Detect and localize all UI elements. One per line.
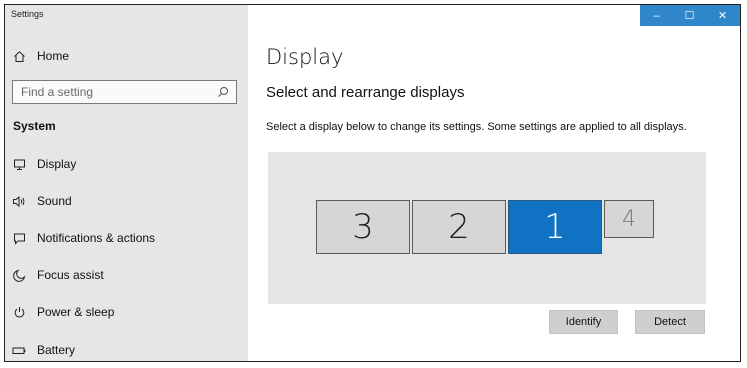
sidebar-item-label: Notifications & actions	[37, 231, 156, 245]
identify-button[interactable]: Identify	[549, 310, 618, 334]
display-2-monitor[interactable]: 2	[412, 200, 506, 254]
display-3-monitor[interactable]: 3	[316, 200, 410, 254]
sidebar-item-label: Focus assist	[37, 268, 104, 282]
app-title: Settings	[11, 9, 44, 19]
search-input[interactable]: Find a setting	[12, 80, 237, 104]
battery-icon	[11, 342, 27, 358]
power-icon	[11, 304, 27, 320]
section-title: System	[13, 119, 56, 133]
sidebar-item-label: Battery	[37, 343, 76, 357]
search-placeholder: Find a setting	[21, 85, 94, 99]
sidebar-item-label: Home	[37, 49, 70, 63]
speaker-icon	[11, 193, 27, 209]
sidebar-item-sound[interactable]: Sound	[11, 187, 241, 215]
sidebar-item-notifications[interactable]: Notifications & actions	[11, 224, 241, 252]
detect-button[interactable]: Detect	[635, 310, 705, 334]
display-4-monitor[interactable]: 4	[604, 200, 654, 238]
display-1-monitor[interactable]: 1	[508, 200, 602, 254]
sidebar-item-label: Sound	[37, 194, 72, 208]
notification-icon	[11, 230, 27, 246]
sidebar: Settings Home Find a setting System Disp…	[5, 5, 248, 361]
sidebar-item-label: Power & sleep	[37, 305, 115, 319]
page-title: Display	[266, 45, 344, 69]
main-content: Display Select and rearrange displays Se…	[248, 5, 740, 361]
sidebar-item-display[interactable]: Display	[11, 150, 241, 178]
moon-icon	[11, 267, 27, 283]
section-subtitle: Select and rearrange displays	[266, 84, 465, 101]
settings-window: Settings Home Find a setting System Disp…	[4, 4, 741, 362]
display-arrangement-area: 3 2 1 4	[268, 152, 706, 304]
home-icon	[11, 48, 27, 64]
sidebar-item-label: Display	[37, 157, 77, 171]
description-text: Select a display below to change its set…	[266, 121, 687, 133]
sidebar-item-power-sleep[interactable]: Power & sleep	[11, 298, 241, 326]
sidebar-item-battery[interactable]: Battery	[11, 336, 241, 361]
search-icon[interactable]	[214, 83, 232, 101]
sidebar-item-focus-assist[interactable]: Focus assist	[11, 261, 241, 289]
sidebar-item-home[interactable]: Home	[11, 42, 241, 70]
monitor-icon	[11, 156, 27, 172]
